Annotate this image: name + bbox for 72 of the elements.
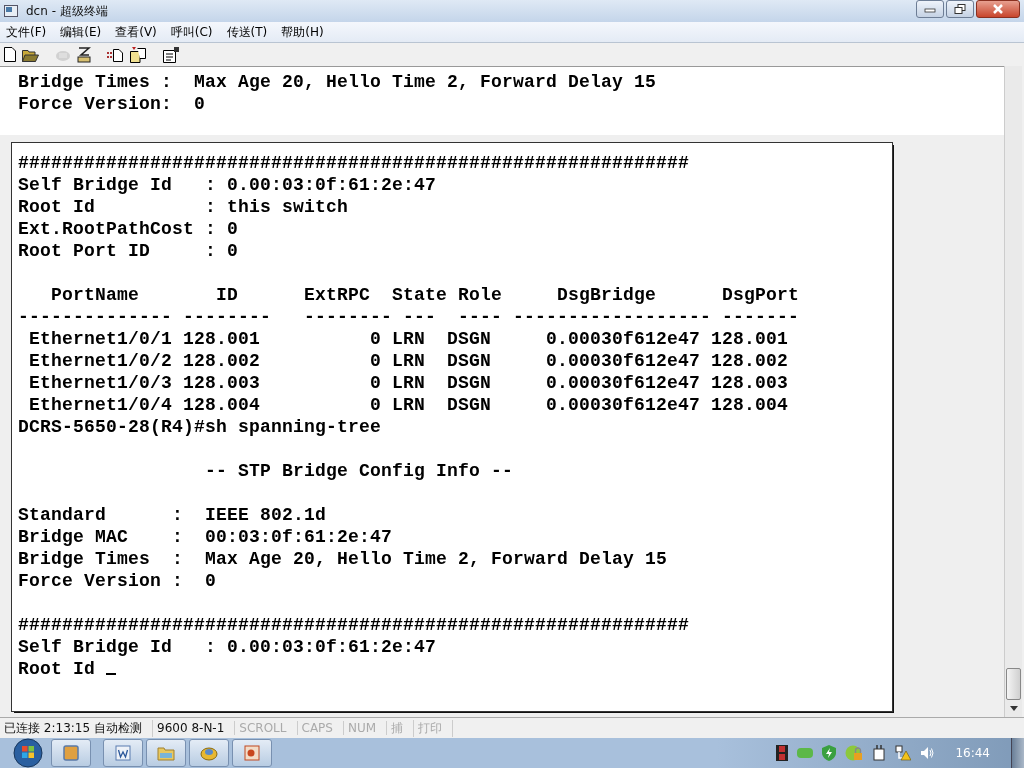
document-icon — [115, 745, 131, 761]
window-title: dcn - 超级终端 — [26, 2, 108, 20]
taskbar-button[interactable] — [103, 739, 143, 767]
terminal-line: Ethernet1/0/4 128.004 0 LRN DSGN 0.00030f612e47 128.004 — [28, 394, 790, 416]
terminal-line: Self Bridge Id : 0.00:03:0f:61:2e:47 — [18, 174, 438, 196]
status-field: NUM — [343, 721, 388, 735]
properties-icon — [163, 46, 180, 63]
close-button[interactable] — [976, 0, 1020, 18]
presentation-icon — [244, 745, 260, 761]
terminal-line: Standard : IEEE 802.1d — [18, 504, 328, 526]
menu-item[interactable]: 帮助(H) — [277, 23, 328, 41]
shield-icon[interactable] — [822, 745, 837, 761]
status-field: 9600 8-N-1 — [153, 721, 236, 735]
minimize-button[interactable] — [916, 0, 944, 18]
menu-item[interactable]: 编辑(E) — [56, 23, 106, 41]
terminal-line: Root Port ID : 0 — [18, 240, 240, 262]
terminal-line: Force Version : 0 — [18, 570, 218, 592]
speaker-icon[interactable] — [920, 746, 935, 760]
terminal-line: DCRS-5650-28(R4)#sh spanning-tree — [18, 416, 383, 438]
terminal-line: Self Bridge Id : 0.00:03:0f:61:2e:47 — [18, 636, 438, 658]
status-field: SCROLL — [235, 721, 298, 735]
app-icon — [200, 745, 218, 761]
menu-item[interactable]: 文件(F) — [2, 23, 51, 41]
terminal-line: Bridge Times : Max Age 20, Hello Time 2, Forward Delay 15 — [18, 71, 658, 93]
taskbar-button[interactable] — [189, 739, 229, 767]
terminal-line: -- STP Bridge Config Info -- — [204, 460, 515, 482]
terminal-icon — [4, 5, 18, 17]
vertical-scrollbar[interactable] — [1004, 66, 1022, 717]
taskbar-button[interactable] — [51, 739, 91, 767]
terminal-line: -------------- -------- -------- --- ---- ------------------ ------- — [18, 306, 801, 328]
window-icon — [63, 745, 79, 761]
power-plug-icon[interactable] — [872, 745, 887, 761]
network-warning-icon[interactable] — [895, 745, 912, 761]
menu-item[interactable]: 查看(V) — [111, 23, 161, 41]
toolbar-button[interactable] — [129, 44, 148, 65]
terminal-line: Ethernet1/0/1 128.001 0 LRN DSGN 0.00030f612e47 128.001 — [28, 328, 790, 350]
terminal-line: Ethernet1/0/2 128.002 0 LRN DSGN 0.00030f612e47 128.002 — [28, 350, 790, 372]
terminal-line: Ethernet1/0/3 128.003 0 LRN DSGN 0.00030f612e47 128.003 — [28, 372, 790, 394]
terminal-line: PortName ID ExtRPC State Role DsgBridge DsgPort — [50, 284, 801, 306]
taskbar-button[interactable] — [232, 739, 272, 767]
status-field: 打印 — [414, 719, 454, 737]
toolbar-button[interactable] — [3, 44, 17, 65]
open-folder-icon — [22, 47, 39, 62]
terminal-line: Root Id : this switch — [18, 196, 350, 218]
show-desktop-button[interactable] — [1011, 738, 1024, 768]
status-field: 已连接 2:13:15 — [0, 719, 91, 737]
terminal-line: Bridge Times : Max Age 20, Hello Time 2, Forward Delay 15 — [18, 548, 669, 570]
folder-icon — [157, 745, 175, 761]
restore-icon — [954, 4, 966, 14]
receive-file-icon — [130, 46, 147, 63]
terminal-line: Bridge MAC : 00:03:0f:61:2e:47 — [18, 526, 394, 548]
close-icon — [992, 4, 1004, 14]
terminal-line: Ext.RootPathCost : 0 — [18, 218, 240, 240]
taskbar-button[interactable] — [146, 739, 186, 767]
down-arrow-icon[interactable] — [1009, 706, 1018, 711]
terminal-line: ############################################################# — [18, 614, 691, 636]
film-icon[interactable] — [776, 745, 789, 761]
status-field: CAPS — [297, 721, 344, 735]
minimize-icon — [924, 5, 936, 13]
scroll-thumb[interactable] — [1006, 668, 1021, 700]
terminal-line: Root Id — [18, 658, 96, 680]
terminal-line: ############################################################# — [18, 152, 691, 174]
new-document-icon — [4, 47, 16, 62]
terminal-line: Force Version: 0 — [18, 93, 207, 115]
send-file-icon — [107, 47, 124, 62]
restore-button[interactable] — [946, 0, 974, 18]
start-orb-icon — [13, 738, 43, 768]
status-field: 自动检测 — [90, 719, 154, 737]
menu-item[interactable]: 传送(T) — [222, 23, 272, 41]
status-field: 捕 — [387, 719, 415, 737]
menu-item[interactable]: 呼叫(C) — [166, 23, 217, 41]
toolbar-button[interactable] — [162, 44, 181, 65]
